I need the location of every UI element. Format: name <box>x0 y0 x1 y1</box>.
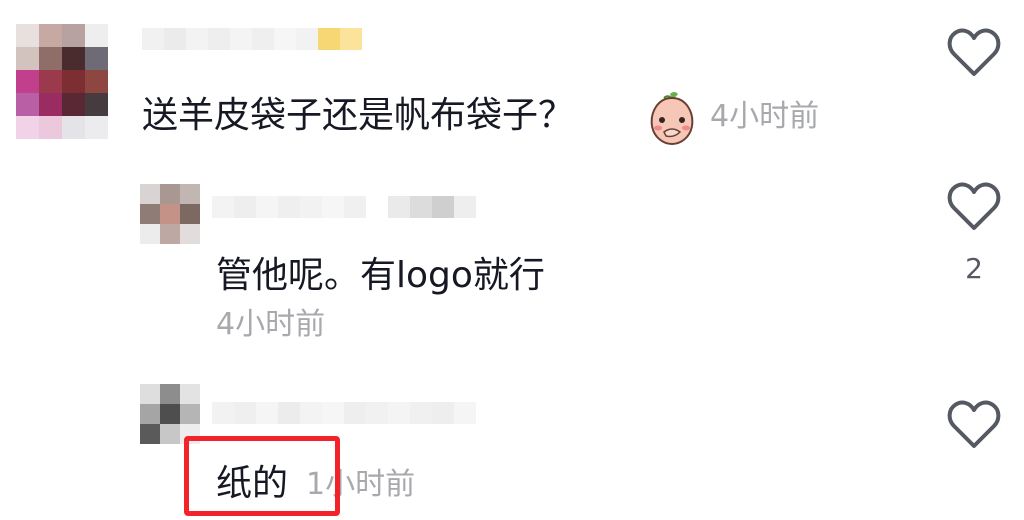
heart-outline-icon[interactable] <box>946 400 1002 450</box>
comment-item: 送羊皮袋子还是帆布袋子？ 4小时前 <box>0 0 1024 160</box>
shy-peach-sticker-icon <box>650 92 694 146</box>
reply-timestamp: 4小时前 <box>216 307 326 342</box>
reply-item: 纸的 1小时前 <box>0 360 1024 520</box>
comment-text: 送羊皮袋子还是帆布袋子？ <box>142 95 575 136</box>
username-blurred[interactable] <box>212 196 476 218</box>
reply-item: 管他呢。有logo就行 4小时前 2 <box>0 160 1024 360</box>
comment-timestamp: 4小时前 <box>710 99 820 134</box>
like-count: 2 <box>965 252 983 285</box>
red-highlight-box <box>184 436 340 516</box>
username-blurred[interactable] <box>212 402 476 424</box>
avatar[interactable] <box>16 24 108 139</box>
reply-text: 管他呢。有logo就行 <box>216 255 545 296</box>
heart-outline-icon[interactable] <box>946 182 1002 232</box>
username-blurred[interactable] <box>142 28 362 50</box>
heart-outline-icon[interactable] <box>946 28 1002 78</box>
avatar[interactable] <box>140 184 200 244</box>
avatar[interactable] <box>140 384 200 444</box>
